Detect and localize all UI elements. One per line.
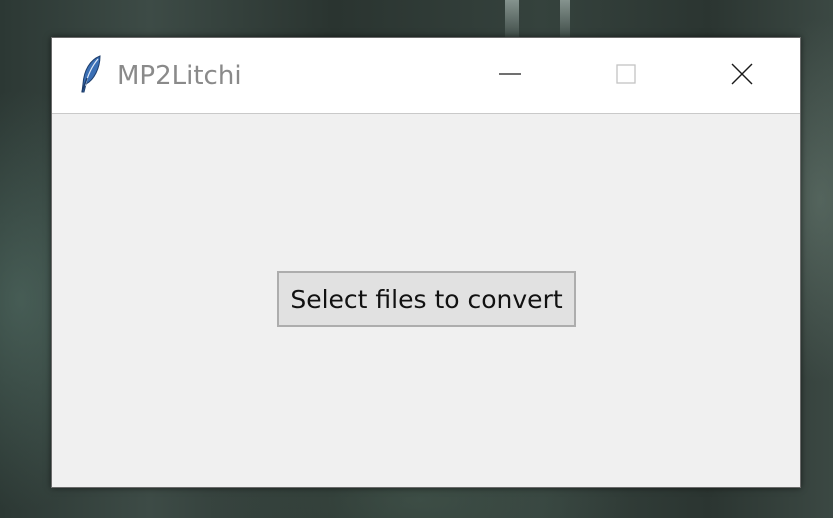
title-bar[interactable]: MP2Litchi — [52, 38, 800, 114]
maximize-icon — [616, 64, 636, 84]
close-icon — [731, 63, 753, 85]
background-streak — [560, 0, 570, 40]
app-window: MP2Litchi Select files to convert — [51, 37, 801, 488]
minimize-button[interactable] — [452, 38, 568, 110]
select-files-button[interactable]: Select files to convert — [277, 271, 576, 327]
maximize-button[interactable] — [568, 38, 684, 110]
close-button[interactable] — [684, 38, 800, 110]
window-title: MP2Litchi — [117, 61, 242, 91]
feather-icon — [81, 55, 101, 93]
background-streak — [505, 0, 519, 40]
minimize-icon — [499, 73, 521, 75]
window-content: Select files to convert — [52, 114, 800, 487]
